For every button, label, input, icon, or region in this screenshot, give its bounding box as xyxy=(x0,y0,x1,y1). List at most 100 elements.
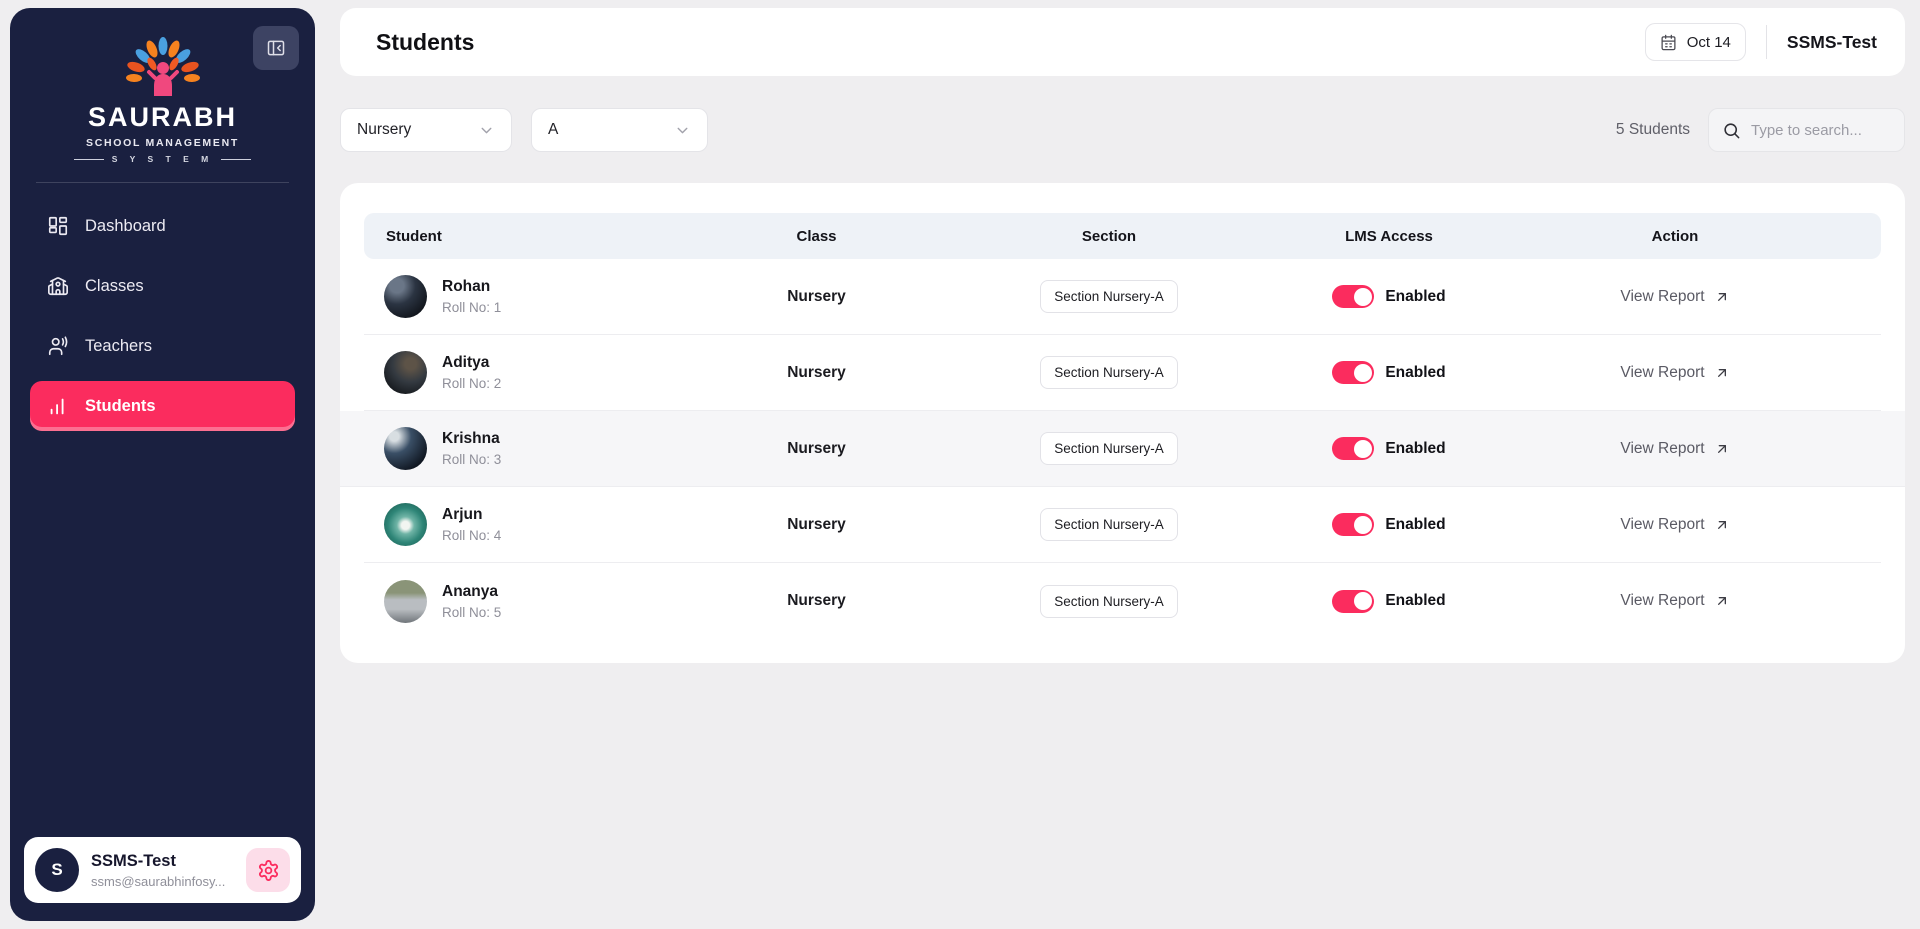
class-filter-value: Nursery xyxy=(357,121,412,138)
user-email: ssms@saurabhinfosy... xyxy=(91,873,226,889)
column-header-student: Student xyxy=(386,227,442,245)
section-cell: Section Nursery-A xyxy=(909,508,1309,541)
table-row: Arjun Roll No: 4 Nursery Section Nursery… xyxy=(364,487,1881,563)
table-header-row: Student Class Section LMS Access Action xyxy=(364,213,1881,259)
lms-toggle[interactable] xyxy=(1332,589,1375,613)
student-name: Arjun xyxy=(442,506,483,523)
student-roll: Roll No: 2 xyxy=(442,376,502,391)
lms-toggle[interactable] xyxy=(1332,513,1375,536)
sidebar-item-label: Students xyxy=(85,396,156,415)
section-badge: Section Nursery-A xyxy=(1040,280,1178,313)
lms-cell: Enabled xyxy=(1309,285,1469,308)
user-avatar: S xyxy=(35,848,79,892)
class-cell: Nursery xyxy=(787,363,846,381)
student-name: Ananya xyxy=(442,582,498,600)
sidebar-item-classes[interactable]: Classes xyxy=(30,261,295,311)
student-avatar xyxy=(384,427,427,470)
class-cell: Nursery xyxy=(787,592,846,609)
student-cell: Arjun Roll No: 4 xyxy=(364,503,724,546)
student-roll: Roll No: 4 xyxy=(442,528,502,543)
lms-cell: Enabled xyxy=(1309,513,1469,536)
class-filter-select[interactable]: Nursery xyxy=(340,108,512,152)
chart-bars-icon xyxy=(47,395,69,417)
table-row: Rohan Roll No: 1 Nursery Section Nursery… xyxy=(364,259,1881,335)
lms-toggle[interactable] xyxy=(1332,361,1375,384)
sidebar: SAURABH SCHOOL MANAGEMENT S Y S T E M Da… xyxy=(10,8,315,921)
section-badge: Section Nursery-A xyxy=(1040,432,1178,465)
student-avatar xyxy=(384,351,427,394)
section-filter-select[interactable]: A xyxy=(531,108,708,152)
view-report-link[interactable]: View Report xyxy=(1469,288,1881,306)
lms-toggle[interactable] xyxy=(1332,285,1375,308)
logo-title: SAURABH xyxy=(88,102,237,132)
date-label: Oct 14 xyxy=(1686,33,1731,51)
sidebar-item-label: Teachers xyxy=(85,336,152,355)
student-avatar xyxy=(384,579,427,623)
sidebar-user-card: S SSMS-Test ssms@saurabhinfosy... xyxy=(24,837,301,903)
student-name: Rohan xyxy=(442,278,491,295)
header-divider xyxy=(1765,25,1767,59)
search-box[interactable] xyxy=(1708,108,1905,152)
student-avatar xyxy=(384,275,427,318)
user-meta: SSMS-Test ssms@saurabhinfosy... xyxy=(91,852,225,889)
settings-button[interactable] xyxy=(246,848,290,892)
section-badge: Section Nursery-A xyxy=(1040,356,1178,389)
arrow-up-right-icon xyxy=(1714,517,1730,533)
gear-icon xyxy=(257,859,280,882)
lms-cell: Enabled xyxy=(1309,589,1469,613)
lms-cell: Enabled xyxy=(1309,361,1469,384)
section-badge: Section Nursery-A xyxy=(1040,508,1178,541)
arrow-up-right-icon xyxy=(1714,289,1730,305)
view-report-link[interactable]: View Report xyxy=(1469,592,1881,610)
student-avatar xyxy=(384,503,427,546)
sidebar-item-students[interactable]: Students xyxy=(30,381,295,431)
lms-cell: Enabled xyxy=(1309,437,1469,460)
students-table-card: Student Class Section LMS Access Action … xyxy=(340,183,1905,663)
section-cell: Section Nursery-A xyxy=(909,280,1309,313)
student-roll: Roll No: 1 xyxy=(442,300,502,315)
calendar-icon xyxy=(1660,34,1677,51)
student-name: Aditya xyxy=(442,354,490,371)
view-report-link[interactable]: View Report xyxy=(1469,516,1881,534)
logo-tree-icon xyxy=(125,37,200,96)
panel-collapse-icon xyxy=(266,38,286,58)
lms-status: Enabled xyxy=(1385,439,1446,457)
section-badge: Section Nursery-A xyxy=(1040,584,1178,618)
sidebar-collapse-button[interactable] xyxy=(253,26,299,70)
sidebar-item-teachers[interactable]: Teachers xyxy=(30,321,295,371)
class-cell: Nursery xyxy=(787,439,846,457)
sidebar-item-label: Classes xyxy=(85,276,144,295)
lms-toggle[interactable] xyxy=(1332,437,1375,460)
section-filter-value: A xyxy=(548,121,559,138)
search-input[interactable] xyxy=(1751,121,1891,139)
student-cell: Rohan Roll No: 1 xyxy=(364,275,724,318)
student-cell: Ananya Roll No: 5 xyxy=(364,579,724,623)
search-icon xyxy=(1722,121,1741,140)
student-cell: Krishna Roll No: 3 xyxy=(364,427,724,470)
sidebar-nav: Dashboard Classes Teachers Students xyxy=(30,201,295,431)
table-row: Ananya Roll No: 5 Nursery Section Nurser… xyxy=(364,563,1881,639)
user-name: SSMS-Test xyxy=(91,851,176,870)
student-count: 5 Students xyxy=(1615,121,1690,138)
student-roll: Roll No: 5 xyxy=(442,604,502,620)
arrow-up-right-icon xyxy=(1714,441,1730,457)
student-cell: Aditya Roll No: 2 xyxy=(364,351,724,394)
column-header-action: Action xyxy=(1651,227,1699,245)
section-cell: Section Nursery-A xyxy=(909,356,1309,389)
table-row: Aditya Roll No: 2 Nursery Section Nurser… xyxy=(364,335,1881,411)
view-report-link[interactable]: View Report xyxy=(1469,364,1881,382)
view-report-link[interactable]: View Report xyxy=(1469,440,1881,458)
table-row: Krishna Roll No: 3 Nursery Section Nurse… xyxy=(340,411,1905,487)
column-header-section: Section xyxy=(1081,227,1137,245)
student-roll: Roll No: 3 xyxy=(442,452,502,467)
sidebar-item-dashboard[interactable]: Dashboard xyxy=(30,201,295,251)
teachers-icon xyxy=(47,335,69,357)
date-chip[interactable]: Oct 14 xyxy=(1644,23,1746,61)
filter-row: Nursery A 5 Students xyxy=(340,108,1905,152)
lms-status: Enabled xyxy=(1385,515,1446,533)
section-cell: Section Nursery-A xyxy=(909,584,1309,618)
student-name: Krishna xyxy=(442,430,500,447)
lms-status: Enabled xyxy=(1385,592,1446,609)
chevron-down-icon xyxy=(478,122,495,139)
class-cell: Nursery xyxy=(787,515,846,533)
